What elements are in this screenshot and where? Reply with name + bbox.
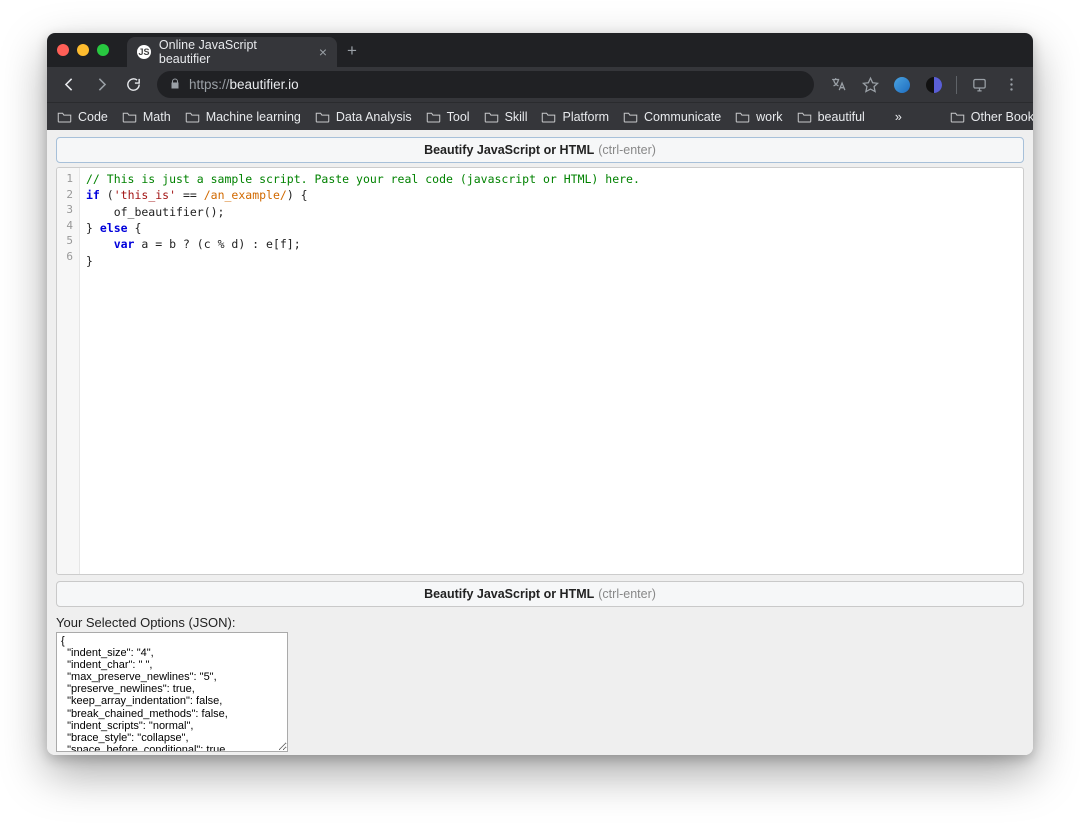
window-maximize-button[interactable] — [97, 44, 109, 56]
page-content: Beautify JavaScript or HTML (ctrl-enter)… — [47, 130, 1033, 755]
bookmark-folder[interactable]: Skill — [484, 110, 528, 124]
lock-icon — [169, 77, 181, 93]
bookmark-folder[interactable]: work — [735, 110, 782, 124]
options-textarea[interactable] — [56, 632, 288, 752]
line-numbers: 123456 — [57, 168, 80, 574]
other-bookmarks[interactable]: Other Bookmarks — [950, 110, 1033, 124]
menu-button[interactable] — [997, 71, 1025, 99]
toolbar: https://beautifier.io — [47, 67, 1033, 102]
code-content[interactable]: // This is just a sample script. Paste y… — [80, 168, 1023, 574]
toolbar-separator — [956, 76, 957, 94]
bookmark-folder[interactable]: Data Analysis — [315, 110, 412, 124]
extension-2[interactable] — [920, 71, 948, 99]
beautify-label: Beautify JavaScript or HTML — [424, 143, 594, 157]
folder-icon — [623, 111, 638, 122]
url-text: https://beautifier.io — [189, 77, 299, 92]
tab-title: Online JavaScript beautifier — [159, 38, 311, 66]
folder-icon — [797, 111, 812, 122]
folder-icon — [185, 111, 200, 122]
star-icon[interactable] — [856, 71, 884, 99]
tab-favicon: JS — [137, 45, 151, 59]
beautify-button-bottom[interactable]: Beautify JavaScript or HTML (ctrl-enter) — [56, 581, 1024, 607]
reload-button[interactable] — [119, 71, 147, 99]
tab-bar: JS Online JavaScript beautifier × + — [47, 33, 1033, 67]
bookmark-folder[interactable]: Machine learning — [185, 110, 301, 124]
back-button[interactable] — [55, 71, 83, 99]
bookmarks-overflow[interactable]: » — [895, 110, 902, 124]
window-controls — [57, 44, 109, 56]
folder-icon — [57, 111, 72, 122]
extension-1[interactable] — [888, 71, 916, 99]
bookmark-folder[interactable]: Platform — [541, 110, 609, 124]
code-editor[interactable]: 123456 // This is just a sample script. … — [56, 167, 1024, 575]
profile-icon[interactable] — [965, 71, 993, 99]
window-minimize-button[interactable] — [77, 44, 89, 56]
bookmark-folder[interactable]: Tool — [426, 110, 470, 124]
beautify-shortcut: (ctrl-enter) — [598, 587, 656, 601]
folder-icon — [735, 111, 750, 122]
options-label: Your Selected Options (JSON): — [56, 615, 1024, 630]
browser-window: JS Online JavaScript beautifier × + http… — [47, 33, 1033, 755]
bookmarks-bar: Code Math Machine learning Data Analysis… — [47, 102, 1033, 130]
beautify-shortcut: (ctrl-enter) — [598, 143, 656, 157]
folder-icon — [426, 111, 441, 122]
new-tab-button[interactable]: + — [347, 42, 357, 59]
browser-tab[interactable]: JS Online JavaScript beautifier × — [127, 37, 337, 67]
folder-icon — [484, 111, 499, 122]
beautify-button-top[interactable]: Beautify JavaScript or HTML (ctrl-enter) — [56, 137, 1024, 163]
folder-icon — [315, 111, 330, 122]
folder-icon — [950, 111, 965, 122]
forward-button[interactable] — [87, 71, 115, 99]
bookmark-folder[interactable]: Communicate — [623, 110, 721, 124]
bookmark-folder[interactable]: beautiful — [797, 110, 865, 124]
folder-icon — [122, 111, 137, 122]
tab-close-button[interactable]: × — [319, 45, 327, 59]
window-close-button[interactable] — [57, 44, 69, 56]
translate-icon[interactable] — [824, 71, 852, 99]
bookmark-folder[interactable]: Code — [57, 110, 108, 124]
folder-icon — [541, 111, 556, 122]
bookmark-folder[interactable]: Math — [122, 110, 171, 124]
address-bar[interactable]: https://beautifier.io — [157, 71, 814, 98]
beautify-label: Beautify JavaScript or HTML — [424, 587, 594, 601]
